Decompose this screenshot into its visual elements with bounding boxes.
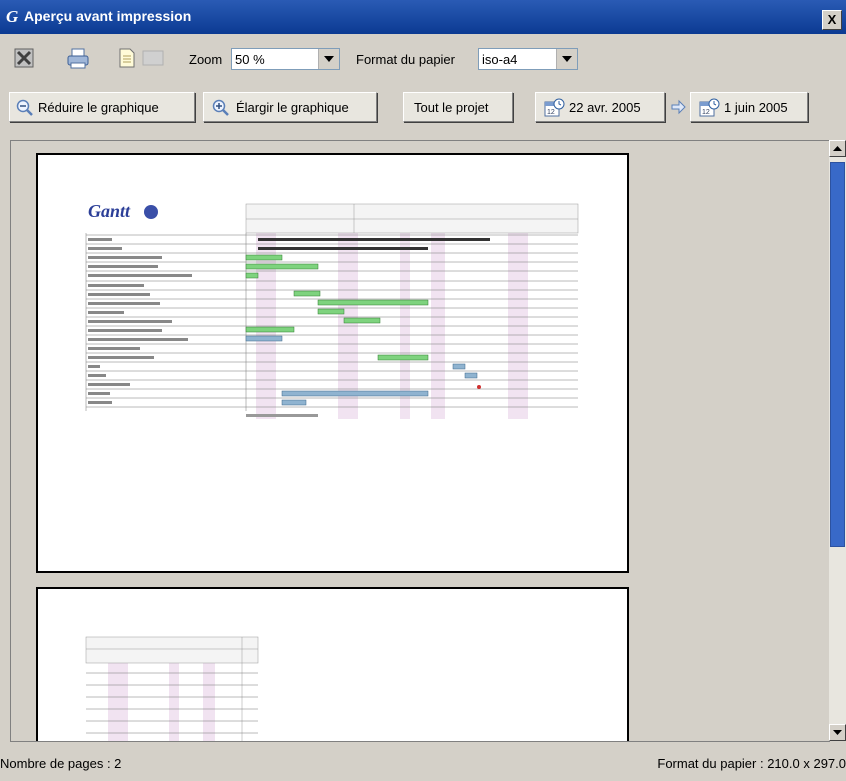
page-count: Nombre de pages : 2 bbox=[0, 756, 122, 771]
title-bar: G Aperçu avant impression X bbox=[0, 0, 846, 34]
vertical-scrollbar[interactable] bbox=[829, 140, 846, 741]
calendar-icon: 12 bbox=[699, 98, 721, 121]
calendar-icon: 12 bbox=[544, 98, 566, 121]
svg-text:12: 12 bbox=[547, 109, 555, 116]
page1-footer bbox=[246, 414, 318, 417]
app-logo-icon: G bbox=[6, 7, 19, 26]
zoom-value: 50 % bbox=[235, 52, 265, 67]
scroll-down-button[interactable] bbox=[829, 724, 846, 741]
end-date-button[interactable]: 12 1 juin 2005 bbox=[690, 92, 808, 122]
status-bar: Nombre de pages : 2 Format du papier : 2… bbox=[0, 745, 846, 781]
window-title: Aperçu avant impression bbox=[24, 8, 192, 24]
zoom-out-icon bbox=[16, 99, 34, 120]
reduce-chart-button[interactable]: Réduire le graphique bbox=[9, 92, 195, 122]
scroll-thumb[interactable] bbox=[830, 162, 845, 547]
gantt-chart-thumbnail bbox=[85, 203, 579, 419]
start-date-button[interactable]: 12 22 avr. 2005 bbox=[535, 92, 665, 122]
chevron-down-icon bbox=[318, 49, 339, 69]
paper-format-select[interactable]: iso-a4 bbox=[478, 48, 578, 70]
preview-page-1: Gantt bbox=[36, 153, 629, 573]
toolbar-top: Zoom 50 % Format du papier iso-a4 bbox=[0, 40, 846, 80]
reduce-chart-label: Réduire le graphique bbox=[38, 100, 159, 115]
svg-text:12: 12 bbox=[702, 109, 710, 116]
start-date-label: 22 avr. 2005 bbox=[569, 100, 641, 115]
print-preview-area[interactable]: Gantt bbox=[10, 140, 830, 742]
scroll-up-button[interactable] bbox=[829, 140, 846, 157]
gantt-chart-page2-thumbnail bbox=[85, 636, 259, 741]
paper-format-value: iso-a4 bbox=[482, 52, 518, 67]
end-date-label: 1 juin 2005 bbox=[724, 100, 788, 115]
single-page-icon[interactable] bbox=[118, 48, 136, 71]
zoom-select[interactable]: 50 % bbox=[231, 48, 340, 70]
zoom-label: Zoom bbox=[189, 52, 223, 67]
paper-size: Format du papier : 210.0 x 297.0 bbox=[657, 756, 846, 771]
multi-page-icon[interactable] bbox=[142, 49, 164, 70]
preview-page-2 bbox=[36, 587, 629, 741]
whole-project-button[interactable]: Tout le projet bbox=[403, 92, 513, 122]
chevron-down-icon bbox=[556, 49, 577, 69]
enlarge-chart-label: Élargir le graphique bbox=[236, 100, 349, 115]
zoom-in-icon bbox=[212, 99, 230, 120]
whole-project-label: Tout le projet bbox=[414, 100, 489, 115]
printer-icon[interactable] bbox=[66, 48, 90, 73]
close-preview-icon[interactable] bbox=[14, 48, 34, 71]
enlarge-chart-button[interactable]: Élargir le graphique bbox=[203, 92, 377, 122]
paper-format-label: Format du papier bbox=[356, 52, 455, 67]
window-close-button[interactable]: X bbox=[822, 10, 842, 30]
arrow-right-icon bbox=[670, 99, 686, 118]
